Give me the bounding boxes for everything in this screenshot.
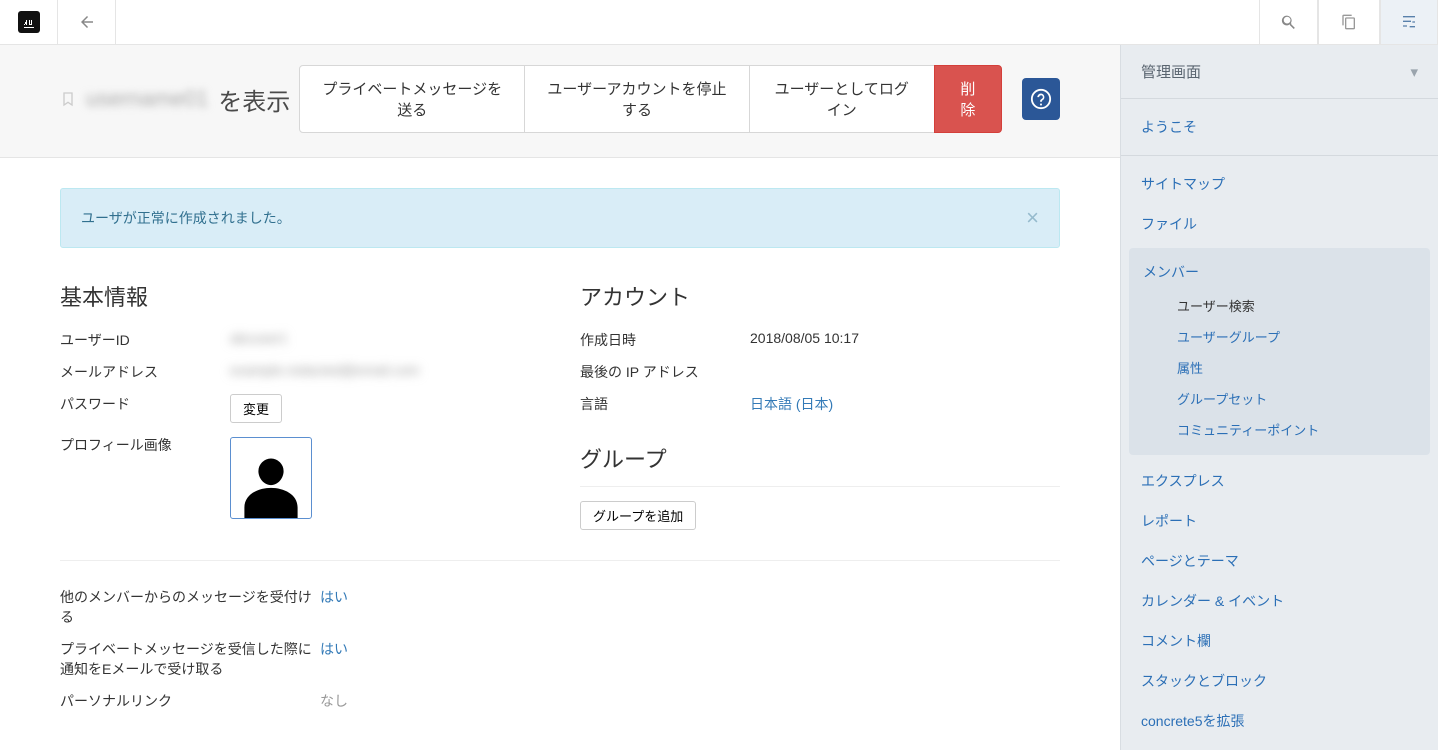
label-notify-email: プライベートメッセージを受信した際に通知をEメールで受け取る bbox=[60, 639, 320, 679]
nav-attributes[interactable]: 属性 bbox=[1169, 352, 1430, 383]
label-profile-image: プロフィール画像 bbox=[60, 435, 230, 455]
nav-user-groups[interactable]: ユーザーグループ bbox=[1169, 321, 1430, 352]
value-email: example.redacted@email.com bbox=[230, 362, 540, 378]
settings-button[interactable] bbox=[1380, 0, 1438, 44]
copy-button[interactable] bbox=[1318, 0, 1380, 44]
value-language[interactable]: 日本語 (日本) bbox=[750, 394, 1060, 414]
row-language: 言語 日本語 (日本) bbox=[580, 388, 1060, 420]
login-as-button[interactable]: ユーザーとしてログイン bbox=[749, 65, 935, 133]
sliders-icon bbox=[1401, 14, 1417, 30]
nav-group-sets[interactable]: グループセット bbox=[1169, 383, 1430, 414]
row-password: パスワード 変更 bbox=[60, 388, 540, 429]
page-title-username: username01 bbox=[86, 86, 208, 112]
label-accept-msgs: 他のメンバーからのメッセージを受付ける bbox=[60, 587, 320, 627]
action-buttons: プライベートメッセージを送る ユーザーアカウントを停止する ユーザーとしてログイ… bbox=[300, 65, 1002, 133]
nav-user-search[interactable]: ユーザー検索 bbox=[1169, 290, 1430, 321]
nav-sitemap[interactable]: サイトマップ bbox=[1121, 164, 1438, 204]
nav-members-group: メンバー ユーザー検索 ユーザーグループ 属性 グループセット コミュニティーポ… bbox=[1129, 248, 1430, 455]
success-alert: ユーザが正常に作成されました。 × bbox=[60, 188, 1060, 248]
add-group-button[interactable]: グループを追加 bbox=[580, 501, 696, 530]
value-user-id: abcuser1 bbox=[230, 330, 540, 346]
avatar-silhouette-icon bbox=[236, 448, 306, 518]
nav-welcome[interactable]: ようこそ bbox=[1141, 117, 1418, 137]
alert-message: ユーザが正常に作成されました。 bbox=[81, 208, 291, 228]
nav-members[interactable]: メンバー bbox=[1129, 254, 1430, 290]
caret-down-icon: ▾ bbox=[1410, 63, 1418, 81]
search-icon bbox=[1280, 13, 1298, 31]
value-accept-msgs[interactable]: はい bbox=[320, 587, 540, 607]
page-title-suffix: を表示 bbox=[218, 82, 290, 117]
change-password-button[interactable]: 変更 bbox=[230, 394, 282, 423]
row-created: 作成日時 2018/08/05 10:17 bbox=[580, 324, 1060, 356]
nav-system[interactable]: システムと設定 bbox=[1121, 741, 1438, 750]
page-header: username01 を表示 プライベートメッセージを送る ユーザーアカウントを… bbox=[0, 45, 1120, 158]
value-personal-link: なし bbox=[320, 691, 540, 711]
row-personal-link: パーソナルリンク なし bbox=[60, 685, 540, 717]
nav-calendar[interactable]: カレンダー & イベント bbox=[1121, 581, 1438, 621]
copy-icon bbox=[1341, 14, 1357, 30]
label-last-ip: 最後の IP アドレス bbox=[580, 362, 750, 382]
nav-extend[interactable]: concrete5を拡張 bbox=[1121, 701, 1438, 741]
arrow-left-icon bbox=[78, 13, 96, 31]
value-notify-email[interactable]: はい bbox=[320, 639, 540, 659]
bookmark-icon[interactable] bbox=[60, 89, 76, 109]
search-button[interactable] bbox=[1260, 0, 1318, 44]
nav-files[interactable]: ファイル bbox=[1121, 204, 1438, 244]
nav-pages-themes[interactable]: ページとテーマ bbox=[1121, 541, 1438, 581]
label-email: メールアドレス bbox=[60, 362, 230, 382]
sidebar-header-label: 管理画面 bbox=[1141, 61, 1201, 82]
label-personal-link: パーソナルリンク bbox=[60, 691, 320, 711]
nav-express[interactable]: エクスプレス bbox=[1121, 461, 1438, 501]
nav-points[interactable]: コミュニティーポイント bbox=[1169, 414, 1430, 445]
row-notify-email: プライベートメッセージを受信した際に通知をEメールで受け取る はい bbox=[60, 633, 540, 685]
sidebar-header[interactable]: 管理画面 ▾ bbox=[1121, 45, 1438, 99]
row-accept-msgs: 他のメンバーからのメッセージを受付ける はい bbox=[60, 581, 540, 633]
toolbar-spacer bbox=[116, 0, 1260, 44]
basic-info-heading: 基本情報 bbox=[60, 280, 540, 312]
logo-button[interactable] bbox=[0, 0, 58, 44]
admin-sidebar: 管理画面 ▾ ようこそ サイトマップ ファイル メンバー ユーザー検索 ユーザー… bbox=[1120, 45, 1438, 750]
nav-comments[interactable]: コメント欄 bbox=[1121, 621, 1438, 661]
label-created: 作成日時 bbox=[580, 330, 750, 350]
help-button[interactable] bbox=[1022, 78, 1060, 120]
back-button[interactable] bbox=[58, 0, 116, 44]
label-password: パスワード bbox=[60, 394, 230, 414]
avatar[interactable] bbox=[230, 437, 312, 519]
suspend-button[interactable]: ユーザーアカウントを停止する bbox=[524, 65, 749, 133]
row-profile-image: プロフィール画像 bbox=[60, 429, 540, 525]
delete-button[interactable]: 削除 bbox=[934, 65, 1002, 133]
label-user-id: ユーザーID bbox=[60, 330, 230, 350]
send-pm-button[interactable]: プライベートメッセージを送る bbox=[299, 65, 525, 133]
top-toolbar bbox=[0, 0, 1438, 45]
alert-close-button[interactable]: × bbox=[1026, 205, 1039, 231]
main-content: username01 を表示 プライベートメッセージを送る ユーザーアカウントを… bbox=[0, 45, 1120, 750]
help-icon bbox=[1030, 88, 1052, 110]
concrete5-logo-icon bbox=[18, 11, 40, 33]
nav-reports[interactable]: レポート bbox=[1121, 501, 1438, 541]
row-user-id: ユーザーID abcuser1 bbox=[60, 324, 540, 356]
row-email: メールアドレス example.redacted@email.com bbox=[60, 356, 540, 388]
value-created: 2018/08/05 10:17 bbox=[750, 330, 1060, 346]
row-last-ip: 最後の IP アドレス bbox=[580, 356, 1060, 388]
group-heading: グループ bbox=[580, 442, 1060, 474]
label-language: 言語 bbox=[580, 394, 750, 414]
account-heading: アカウント bbox=[580, 280, 1060, 312]
nav-stacks[interactable]: スタックとブロック bbox=[1121, 661, 1438, 701]
